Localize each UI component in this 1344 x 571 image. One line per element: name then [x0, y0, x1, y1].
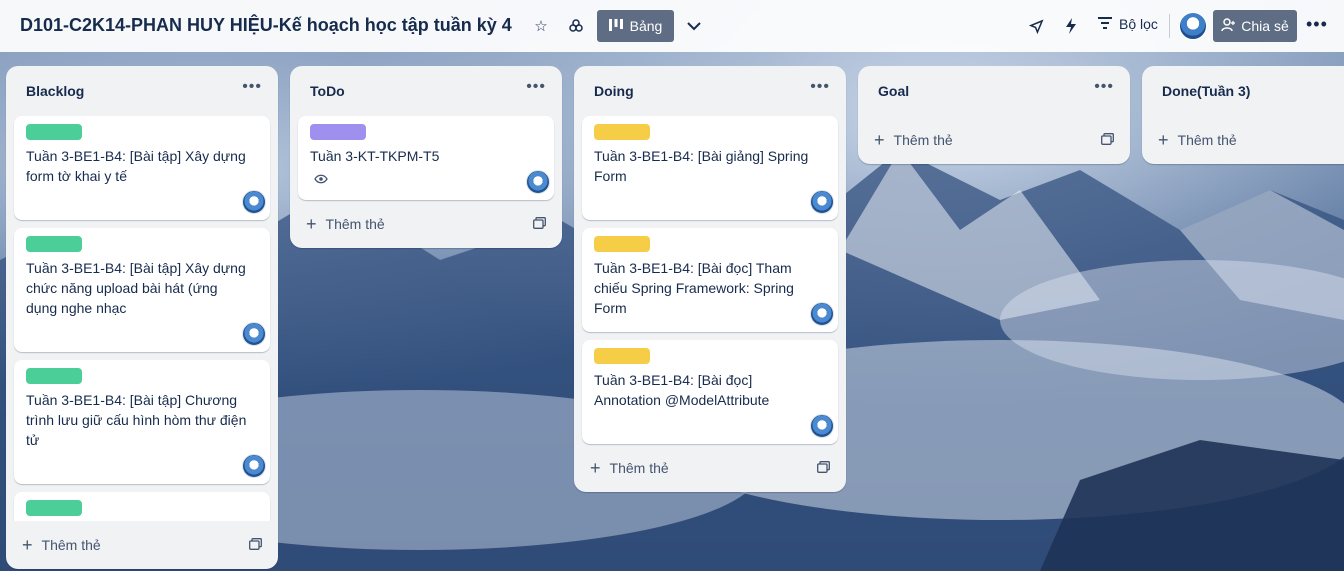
share-button[interactable]: Chia sẻ	[1213, 10, 1297, 42]
board-view-label: Bảng	[629, 18, 663, 34]
list-doing: Doing ••• Tuần 3-BE1-B4: [Bài giảng] Spr…	[574, 66, 846, 492]
card-title: Tuần 3-BE1-B4: [Bài tập] Xây dựng form t…	[26, 148, 246, 184]
card-label-purple[interactable]	[310, 124, 366, 140]
card-label-green[interactable]	[26, 236, 82, 252]
card-label-yellow[interactable]	[594, 236, 650, 252]
filter-label: Bộ lọc	[1119, 16, 1158, 32]
add-card-label: Thêm thẻ	[609, 460, 669, 476]
list-done: Done(Tuần 3) + Thêm thẻ	[1142, 66, 1344, 164]
header-divider	[1169, 14, 1170, 38]
card-template-icon[interactable]	[533, 216, 546, 232]
add-card-label: Thêm thẻ	[1177, 132, 1237, 148]
card[interactable]: Tuần 3-BE1-B4: [Bài tập] Xây dựng form t…	[14, 116, 270, 220]
plus-icon: +	[590, 458, 601, 478]
list-header: Doing •••	[574, 66, 846, 116]
star-icon[interactable]: ☆	[531, 16, 551, 36]
list-title[interactable]: Goal	[878, 83, 909, 99]
card-template-icon[interactable]	[249, 537, 262, 553]
lightning-icon[interactable]	[1061, 16, 1081, 36]
list-menu-icon[interactable]: •••	[242, 78, 262, 96]
card[interactable]: Tuần 3-BE1-B4: [Bài tập] Chương trình lư…	[14, 360, 270, 484]
watching-eye-icon	[314, 172, 328, 187]
list-menu-icon[interactable]: •••	[526, 78, 546, 96]
plus-icon: +	[874, 130, 885, 150]
card-member-avatar[interactable]	[810, 414, 834, 438]
list-footer: + Thêm thẻ	[858, 116, 1130, 164]
list-cards: Tuần 3-KT-TKPM-T5	[290, 116, 562, 200]
card-member-avatar[interactable]	[526, 170, 550, 194]
list-footer: + Thêm thẻ	[1142, 116, 1344, 164]
filter-button[interactable]: Bộ lọc	[1098, 16, 1158, 32]
list-cards: Tuần 3-BE1-B4: [Bài giảng] Spring Form T…	[574, 116, 846, 444]
card[interactable]: Tuần 3-BE1-B4: [Bài tập] Xây dựng chức n…	[14, 228, 270, 352]
card-title: Tuần 3-BE1-B4: [Bài tập] Xây dựng chức n…	[26, 260, 246, 316]
board-view-button[interactable]: Bảng	[597, 10, 674, 42]
table-view-icon	[608, 18, 623, 34]
list-menu-icon[interactable]: •••	[1094, 78, 1114, 96]
list-footer: + Thêm thẻ	[6, 521, 278, 569]
add-card-label: Thêm thẻ	[41, 537, 101, 553]
list-menu-icon[interactable]: •••	[810, 78, 830, 96]
card-template-icon[interactable]	[817, 460, 830, 476]
list-blacklog: Blacklog ••• Tuần 3-BE1-B4: [Bài tập] Xâ…	[6, 66, 278, 569]
card-label-green[interactable]	[26, 124, 82, 140]
rocket-icon[interactable]	[1026, 16, 1046, 36]
list-header: Blacklog •••	[6, 66, 278, 116]
list-goal: Goal ••• + Thêm thẻ	[858, 66, 1130, 164]
card-label-green[interactable]	[26, 500, 82, 516]
share-label: Chia sẻ	[1241, 18, 1289, 34]
card-label-yellow[interactable]	[594, 348, 650, 364]
add-card-label: Thêm thẻ	[325, 216, 385, 232]
plus-icon: +	[306, 214, 317, 234]
card[interactable]: Tuần 3-BE1-B4: [Bài đọc] Annotation @Mod…	[582, 340, 838, 444]
share-user-icon	[1221, 17, 1236, 35]
list-footer: + Thêm thẻ	[290, 200, 562, 248]
list-todo: ToDo ••• Tuần 3-KT-TKPM-T5 + Thêm thẻ	[290, 66, 562, 248]
add-card-label: Thêm thẻ	[893, 132, 953, 148]
card-member-avatar[interactable]	[810, 302, 834, 326]
card-title: Tuần 3-BE1-B4: [Bài tập] Chương trình lư…	[26, 392, 247, 448]
card-title: Tuần 3-BE1-B4: [Bài đọc] Annotation @Mod…	[594, 372, 770, 408]
card[interactable]	[14, 492, 270, 521]
card-title: Tuần 3-BE1-B4: [Bài giảng] Spring Form	[594, 148, 809, 184]
more-icon[interactable]: •••	[1306, 14, 1328, 35]
board-header: D101-C2K14-PHAN HUY HIỆU-Kế hoạch học tậ…	[0, 0, 1344, 52]
card-member-avatar[interactable]	[242, 190, 266, 214]
add-card-button[interactable]: + Thêm thẻ	[874, 130, 953, 150]
list-cards: Tuần 3-BE1-B4: [Bài tập] Xây dựng form t…	[6, 116, 278, 521]
visibility-icon[interactable]	[566, 16, 586, 36]
list-footer: + Thêm thẻ	[574, 444, 846, 492]
add-card-button[interactable]: + Thêm thẻ	[1158, 130, 1237, 150]
filter-icon	[1098, 16, 1112, 32]
card[interactable]: Tuần 3-BE1-B4: [Bài đọc] Tham chiếu Spri…	[582, 228, 838, 332]
list-header: ToDo •••	[290, 66, 562, 116]
card-member-avatar[interactable]	[810, 190, 834, 214]
card[interactable]: Tuần 3-KT-TKPM-T5	[298, 116, 554, 200]
plus-icon: +	[22, 535, 33, 555]
list-header: Done(Tuần 3)	[1142, 66, 1344, 116]
card[interactable]: Tuần 3-BE1-B4: [Bài giảng] Spring Form	[582, 116, 838, 220]
card-template-icon[interactable]	[1101, 132, 1114, 148]
card-member-avatar[interactable]	[242, 454, 266, 478]
board-title[interactable]: D101-C2K14-PHAN HUY HIỆU-Kế hoạch học tậ…	[20, 15, 512, 36]
member-avatar[interactable]	[1179, 12, 1207, 40]
card-label-green[interactable]	[26, 368, 82, 384]
card-title: Tuần 3-BE1-B4: [Bài đọc] Tham chiếu Spri…	[594, 260, 794, 316]
card-title: Tuần 3-KT-TKPM-T5	[310, 148, 440, 164]
add-card-button[interactable]: + Thêm thẻ	[306, 214, 385, 234]
add-card-button[interactable]: + Thêm thẻ	[22, 535, 101, 555]
chevron-down-icon[interactable]	[684, 16, 704, 36]
card-member-avatar[interactable]	[242, 322, 266, 346]
card-label-yellow[interactable]	[594, 124, 650, 140]
list-title[interactable]: Doing	[594, 83, 634, 99]
list-title[interactable]: Done(Tuần 3)	[1162, 83, 1250, 99]
plus-icon: +	[1158, 130, 1169, 150]
list-title[interactable]: ToDo	[310, 83, 345, 99]
add-card-button[interactable]: + Thêm thẻ	[590, 458, 669, 478]
list-header: Goal •••	[858, 66, 1130, 116]
list-title[interactable]: Blacklog	[26, 83, 84, 99]
